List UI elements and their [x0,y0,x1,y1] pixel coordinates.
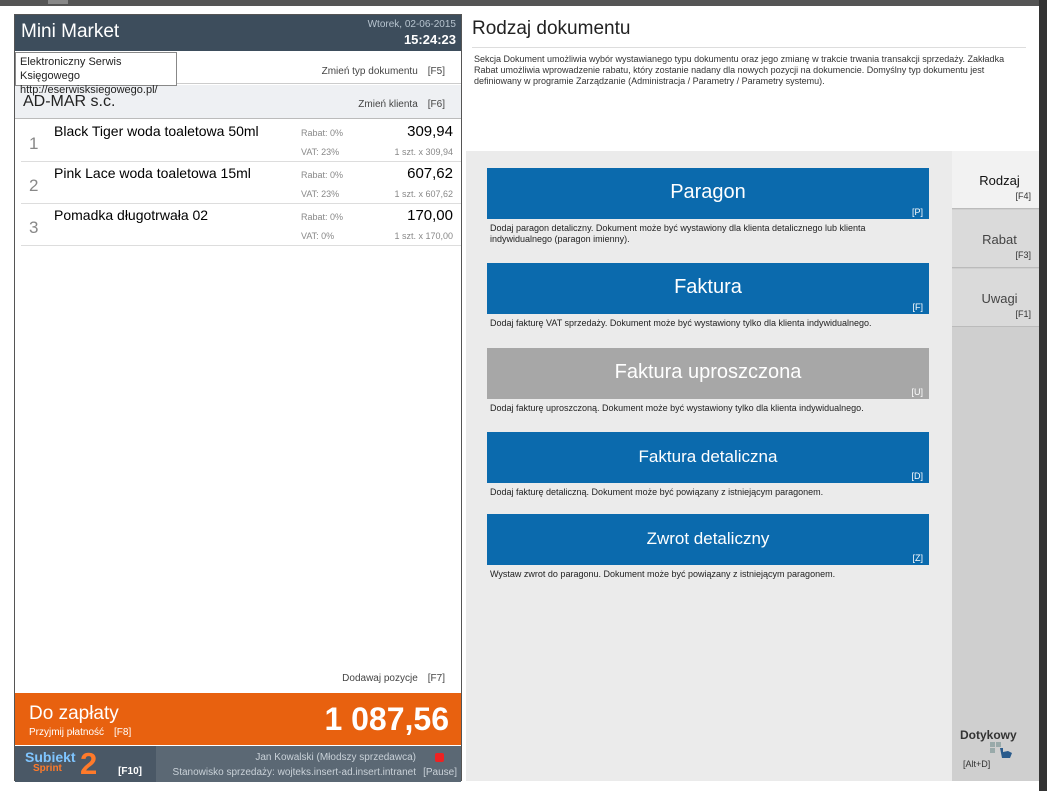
faktura-detaliczna-key: [D] [911,471,923,481]
accept-payment-key: [F8] [114,727,132,738]
logo-key: [F10] [118,766,142,777]
app-logo[interactable]: Subiekt Sprint 2 [F10] [15,746,156,782]
add-position-label: Dodawaj pozycje [342,673,418,684]
faktura-uproszczona-button[interactable]: Faktura uproszczona [U] [487,348,929,399]
title-divider [472,47,1026,48]
zwrot-detaliczny-description: Wystaw zwrot do paragonu. Dokument może … [490,569,836,579]
item-vat: VAT: 23% [301,147,340,157]
tab-rabat[interactable]: Rabat [F3] [952,210,1047,268]
document-type-panel: Paragon [P] Dodaj paragon detaliczny. Do… [466,151,952,781]
tooltip-line2: http://eserwisksiegowego.pl/ [20,84,158,96]
faktura-uproszczona-key: [U] [911,387,923,397]
touch-hand-icon [990,742,1012,758]
page-title: Rodzaj dokumentu [472,18,631,39]
item-name: Black Tiger woda toaletowa 50ml [54,123,259,139]
change-document-type-label: Zmień typ dokumentu [321,66,418,77]
tab-rodzaj-label: Rodzaj [979,173,1020,188]
item-price: 170,00 [407,207,453,224]
add-position-button[interactable]: Dodawaj pozycje [F7] [342,673,445,684]
paragon-button[interactable]: Paragon [P] [487,168,929,219]
header-date: Wtorek, 02-06-2015 [367,19,456,30]
tab-uwagi-key: [F1] [1015,309,1031,319]
accept-payment-label: Przyjmij płatność [29,727,105,738]
item-price: 309,94 [407,123,453,140]
change-client-label: Zmień klienta [358,99,418,110]
faktura-detaliczna-button[interactable]: Faktura detaliczna [D] [487,432,929,483]
item-discount: Rabat: 0% [301,170,344,180]
item-quantity: 1 szt. x 607,62 [394,189,453,199]
window-top-edge-tab [48,0,68,4]
tab-uwagi-label: Uwagi [981,291,1018,306]
paragon-description: Dodaj paragon detaliczny. Dokument może … [490,223,866,244]
faktura-description: Dodaj fakturę VAT sprzedaży. Dokument mo… [490,318,872,328]
tab-rodzaj[interactable]: Rodzaj [F4] [952,151,1047,209]
logo-digit: 2 [80,746,98,781]
faktura-label: Faktura [674,276,742,298]
status-footer: Jan Kowalski (Młodszy sprzedawca) Stanow… [156,746,461,782]
station-name: Stanowisko sprzedaży: wojteks.insert-ad.… [172,767,416,778]
faktura-key: [F] [912,302,924,312]
change-client-button[interactable]: Zmień klienta [F6] [358,99,445,110]
add-position-key: [F7] [427,673,445,684]
faktura-uproszczona-description: Dodaj fakturę uproszczoną. Dokument może… [490,403,864,413]
item-vat: VAT: 23% [301,189,340,199]
app-name: Mini Market [21,21,120,42]
payment-amount: 1 087,56 [324,701,449,737]
faktura-detaliczna-label: Faktura detaliczna [638,447,778,466]
zwrot-detaliczny-label: Zwrot detaliczny [646,529,770,548]
header-time: 15:24:23 [403,32,456,47]
change-document-type-key: [F5] [427,66,445,77]
accept-payment-button[interactable]: Przyjmij płatność [F8] [29,727,131,738]
payment-label: Do zapłaty [29,703,119,724]
tab-rabat-key: [F3] [1015,250,1031,260]
page-description: Sekcja Dokument umożliwia wybór wystawia… [474,54,1005,86]
tooltip: Elektroniczny Serwis Księgowego http://e… [15,52,177,96]
paragon-key: [P] [911,207,923,217]
item-discount: Rabat: 0% [301,212,344,222]
item-price: 607,62 [407,165,453,182]
tab-rodzaj-key: [F4] [1015,191,1031,201]
item-discount: Rabat: 0% [301,128,344,138]
window-right-edge [1039,0,1047,791]
change-document-type-button[interactable]: Zmień typ dokumentu [F5] [322,66,445,77]
lock-icon[interactable] [435,753,444,762]
pause-key[interactable]: [Pause] [423,767,457,778]
item-name: Pomadka długotrwała 02 [54,207,209,223]
zwrot-detaliczny-button[interactable]: Zwrot detaliczny [Z] [487,514,929,565]
zwrot-detaliczny-key: [Z] [912,553,924,563]
paragon-label: Paragon [670,181,746,203]
payment-bar[interactable]: Do zapłaty Przyjmij płatność [F8] 1 087,5… [15,693,461,745]
item-number: 2 [29,176,39,195]
table-row[interactable]: 3 Pomadka długotrwała 02 Rabat: 0% VAT: … [21,204,461,246]
side-tabs: Rodzaj [F4] Rabat [F3] Uwagi [F1] [952,151,1047,781]
table-row[interactable]: 2 Pink Lace woda toaletowa 15ml Rabat: 0… [21,162,461,204]
touch-mode-button[interactable]: Dotykowy [Alt+D] [952,720,1047,775]
item-quantity: 1 szt. x 309,94 [394,147,453,157]
receipt-panel: Mini Market Wtorek, 02-06-2015 15:24:23 … [14,14,462,782]
faktura-uproszczona-label: Faktura uproszczona [614,361,802,383]
cashier-name: Jan Kowalski (Młodszy sprzedawca) [255,752,416,763]
faktura-button[interactable]: Faktura [F] [487,263,929,314]
tab-uwagi[interactable]: Uwagi [F1] [952,269,1047,327]
touch-mode-label: Dotykowy [960,728,1017,742]
tooltip-line1: Elektroniczny Serwis Księgowego [20,56,122,82]
item-quantity: 1 szt. x 170,00 [394,231,453,241]
change-client-key: [F6] [427,99,445,110]
app-header: Mini Market Wtorek, 02-06-2015 15:24:23 [15,15,461,51]
tab-rabat-label: Rabat [982,232,1017,247]
logo-line2: Sprint [33,763,62,774]
item-number: 3 [29,218,39,237]
item-number: 1 [29,134,39,153]
table-row[interactable]: 1 Black Tiger woda toaletowa 50ml Rabat:… [21,120,461,162]
faktura-detaliczna-description: Dodaj fakturę detaliczną. Dokument może … [490,487,824,497]
window-top-edge [0,0,1047,6]
item-name: Pink Lace woda toaletowa 15ml [54,165,251,181]
item-vat: VAT: 0% [301,231,335,241]
touch-mode-key: [Alt+D] [963,759,991,769]
